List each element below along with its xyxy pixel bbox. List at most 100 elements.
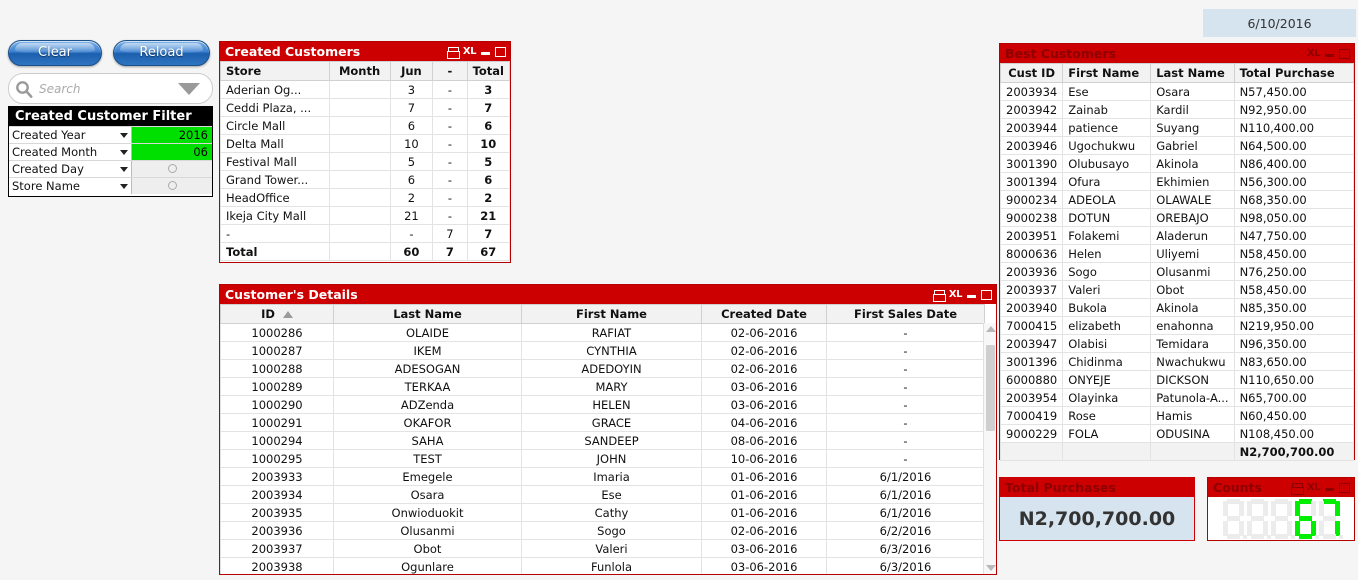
- table-row[interactable]: 2003940 Bukola Akinola N85,350.00: [999, 298, 1355, 317]
- cell-last-name[interactable]: Onwioduokit: [333, 503, 522, 522]
- cell-cust-id[interactable]: 2003940: [999, 298, 1064, 317]
- filter-row[interactable]: Created Month 06: [9, 143, 212, 160]
- cell-created-date[interactable]: 10-06-2016: [701, 449, 827, 468]
- table-row[interactable]: --77: [220, 224, 511, 243]
- cell-cust-id[interactable]: 2003934: [999, 82, 1064, 101]
- cell-total[interactable]: 3: [466, 80, 511, 99]
- maximize-icon[interactable]: [1339, 48, 1350, 59]
- cell-month[interactable]: [328, 206, 391, 225]
- cell-cust-id[interactable]: 3001394: [999, 172, 1064, 191]
- table-row[interactable]: 2003942 Zainab Kardil N92,950.00: [999, 100, 1355, 119]
- chevron-down-icon[interactable]: [117, 161, 131, 177]
- excel-export-icon[interactable]: XL: [463, 46, 477, 57]
- cell-store[interactable]: Circle Mall: [220, 116, 330, 135]
- cell-last-name[interactable]: Osara: [1150, 82, 1235, 101]
- cell-first-name[interactable]: MARY: [521, 377, 702, 396]
- table-row[interactable]: 2003933 Emegele Imaria 01-06-2016 6/1/2016: [220, 467, 985, 486]
- cell-id[interactable]: 1000294: [220, 431, 334, 450]
- cell-last-name[interactable]: Ogunlare: [333, 557, 522, 574]
- table-row[interactable]: 2003936 Sogo Olusanmi N76,250.00: [999, 262, 1355, 281]
- table-row[interactable]: 3001394 Ofura Ekhimien N56,300.00: [999, 172, 1355, 191]
- cell-last-name[interactable]: OREBAJO: [1150, 208, 1235, 227]
- cell-month[interactable]: [328, 152, 391, 171]
- cell-last-name[interactable]: TERKAA: [333, 377, 522, 396]
- cell-cust-id[interactable]: 2003954: [999, 388, 1064, 407]
- cell-cust-id[interactable]: 2003936: [999, 262, 1064, 281]
- cell-last-name[interactable]: Emegele: [333, 467, 522, 486]
- cell-last-name[interactable]: DICKSON: [1150, 370, 1235, 389]
- cell-last-name[interactable]: Obot: [333, 539, 522, 558]
- cell-first-name[interactable]: Folakemi: [1062, 226, 1152, 245]
- cell-last-name[interactable]: Aladerun: [1150, 226, 1235, 245]
- cell-id[interactable]: 2003937: [220, 539, 334, 558]
- col-dash[interactable]: -: [432, 61, 468, 81]
- chevron-down-icon[interactable]: [117, 127, 131, 143]
- cell-created-date[interactable]: 03-06-2016: [701, 377, 827, 396]
- cell-created-date[interactable]: 02-06-2016: [701, 341, 827, 360]
- cell-store[interactable]: Ceddi Plaza, ...: [220, 98, 330, 117]
- cell-first-sales-date[interactable]: -: [826, 377, 985, 396]
- cell-first-sales-date[interactable]: 6/3/2016: [826, 557, 985, 574]
- table-row[interactable]: 9000238 DOTUN OREBAJO N98,050.00: [999, 208, 1355, 227]
- maximize-icon[interactable]: [1339, 482, 1350, 493]
- table-row[interactable]: 2003938 Ogunlare Funlola 03-06-2016 6/3/2016: [220, 557, 985, 574]
- table-row[interactable]: 2003951 Folakemi Aladerun N47,750.00: [999, 226, 1355, 245]
- cell-total[interactable]: 7: [466, 98, 511, 117]
- filter-row[interactable]: Created Year 2016: [9, 126, 212, 143]
- chevron-down-icon[interactable]: [117, 144, 131, 160]
- filter-row-value[interactable]: 2016: [131, 127, 212, 143]
- col-jun[interactable]: Jun: [389, 61, 434, 81]
- minimize-icon[interactable]: [1325, 483, 1334, 492]
- table-row[interactable]: 1000295 TEST JOHN 10-06-2016-: [220, 449, 985, 468]
- cell-last-name[interactable]: Akinola: [1150, 298, 1235, 317]
- cell-month[interactable]: [328, 224, 391, 243]
- cell-id[interactable]: 1000295: [220, 449, 334, 468]
- cell-created-date[interactable]: 02-06-2016: [701, 521, 827, 540]
- cell-month[interactable]: [328, 98, 391, 117]
- cell-total-purchase[interactable]: N64,500.00: [1233, 136, 1355, 155]
- minimize-icon[interactable]: [1325, 49, 1334, 58]
- chevron-down-icon[interactable]: [178, 82, 200, 95]
- table-row[interactable]: Circle Mall 6-6: [220, 116, 511, 135]
- table-row[interactable]: Grand Tower... 6-6: [220, 170, 511, 189]
- cell-cust-id[interactable]: 6000880: [999, 370, 1064, 389]
- table-row[interactable]: 2003935 Onwioduokit Cathy 01-06-2016 6/1/201…: [220, 503, 985, 522]
- cell-first-name[interactable]: SANDEEP: [521, 431, 702, 450]
- cell-first-name[interactable]: Helen: [1062, 244, 1152, 263]
- cell-first-sales-date[interactable]: 6/1/2016: [826, 485, 985, 504]
- cell-last-name[interactable]: enahonna: [1150, 316, 1235, 335]
- cell-created-date[interactable]: 01-06-2016: [701, 467, 827, 486]
- cell-month[interactable]: [328, 134, 391, 153]
- excel-export-icon[interactable]: XL: [949, 289, 963, 300]
- cell-first-name[interactable]: Olayinka: [1062, 388, 1152, 407]
- filter-row-value[interactable]: [131, 178, 212, 194]
- cell-cust-id[interactable]: 2003942: [999, 100, 1064, 119]
- col-total[interactable]: Total: [466, 61, 511, 81]
- cell-first-name[interactable]: HELEN: [521, 395, 702, 414]
- search-box[interactable]: Search: [8, 73, 213, 104]
- best-customers-titlebar[interactable]: Best Customers XL: [1000, 44, 1354, 63]
- table-row[interactable]: 8000636 Helen Uliyemi N58,450.00: [999, 244, 1355, 263]
- cell-total-purchase[interactable]: N65,700.00: [1233, 388, 1355, 407]
- col-last-name[interactable]: Last Name: [1150, 63, 1235, 83]
- cell-last-name[interactable]: OLAIDE: [333, 323, 522, 342]
- cell-first-name[interactable]: Sogo: [1062, 262, 1152, 281]
- cell-store[interactable]: Grand Tower...: [220, 170, 330, 189]
- cell-cust-id[interactable]: 9000234: [999, 190, 1064, 209]
- total-purchases-titlebar[interactable]: Total Purchases: [1000, 478, 1194, 497]
- cell-last-name[interactable]: Suyang: [1150, 118, 1235, 137]
- col-first-name[interactable]: First Name: [521, 304, 702, 324]
- cell-first-name[interactable]: Ese: [521, 485, 702, 504]
- cell-first-sales-date[interactable]: -: [826, 323, 985, 342]
- cell-cust-id[interactable]: 8000636: [999, 244, 1064, 263]
- cell-total-purchase[interactable]: N219,950.00: [1233, 316, 1355, 335]
- table-row[interactable]: 1000290 ADZenda HELEN 03-06-2016-: [220, 395, 985, 414]
- table-row[interactable]: 2003947 Olabisi Temidara N96,350.00: [999, 334, 1355, 353]
- table-row[interactable]: 1000294 SAHA SANDEEP 08-06-2016-: [220, 431, 985, 450]
- cell-id[interactable]: 2003935: [220, 503, 334, 522]
- table-row[interactable]: 6000880 ONYEJE DICKSON N110,650.00: [999, 370, 1355, 389]
- cell-last-name[interactable]: OKAFOR: [333, 413, 522, 432]
- cell-first-name[interactable]: elizabeth: [1062, 316, 1152, 335]
- cell-first-sales-date[interactable]: 6/3/2016: [826, 539, 985, 558]
- cell-total[interactable]: 21: [466, 206, 511, 225]
